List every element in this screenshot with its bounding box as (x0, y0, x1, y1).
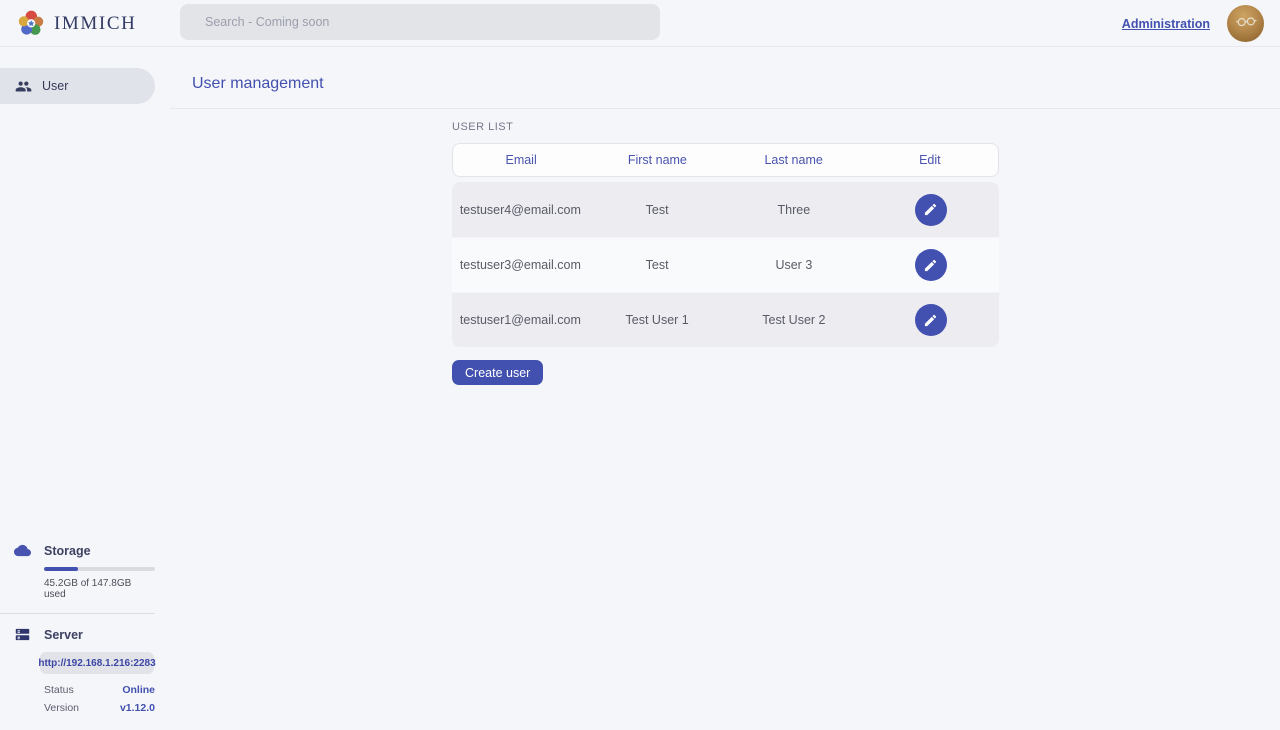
users-icon (15, 78, 32, 95)
cell-email: testuser4@email.com (452, 203, 589, 217)
sidebar-item-user[interactable]: User (0, 68, 155, 104)
column-header-first-name: First name (589, 153, 725, 167)
server-icon (14, 626, 31, 643)
edit-user-button[interactable] (915, 304, 947, 336)
cell-email: testuser3@email.com (452, 258, 589, 272)
cell-edit (862, 194, 999, 226)
user-list-section: USER LIST Email First name Last name Edi… (452, 121, 999, 385)
cell-last-name: User 3 (726, 258, 863, 272)
server-status-row: Status Online (44, 684, 155, 696)
cell-last-name: Three (726, 203, 863, 217)
storage-usage-text: 45.2GB of 147.8GB used (44, 578, 155, 600)
navbar-right: Administration (1122, 0, 1264, 47)
brand[interactable]: IMMICH (18, 8, 136, 39)
sidebar-divider (0, 613, 155, 614)
server-title: Server (44, 628, 83, 642)
search-bar (180, 4, 660, 40)
page-title: User management (192, 75, 1280, 93)
column-header-email: Email (453, 153, 589, 167)
storage-section-header: Storage (14, 542, 155, 559)
immich-logo-icon (18, 10, 45, 37)
pencil-icon (923, 202, 938, 217)
edit-user-button[interactable] (915, 194, 947, 226)
server-url-badge: http://192.168.1.216:2283 (40, 652, 154, 674)
table-row: testuser1@email.com Test User 1 Test Use… (452, 292, 999, 347)
server-status-label: Status (44, 684, 74, 696)
create-user-button[interactable]: Create user (452, 360, 543, 385)
storage-progress-bar (44, 567, 155, 571)
storage-title: Storage (44, 544, 91, 558)
user-table-header: Email First name Last name Edit (452, 143, 999, 177)
cloud-icon (14, 542, 31, 559)
search-input[interactable] (180, 4, 660, 40)
user-list-label: USER LIST (452, 121, 999, 133)
user-avatar[interactable] (1227, 5, 1264, 42)
cell-first-name: Test (589, 203, 726, 217)
column-header-edit: Edit (862, 153, 998, 167)
pencil-icon (923, 258, 938, 273)
table-row: testuser3@email.com Test User 3 (452, 237, 999, 292)
sidebar-footer: Storage 45.2GB of 147.8GB used Server ht… (0, 542, 170, 730)
storage-progress-fill (44, 567, 78, 571)
server-section-header: Server (14, 626, 155, 643)
server-version-label: Version (44, 702, 79, 714)
top-navbar: IMMICH Administration (0, 0, 1280, 47)
cell-edit (862, 249, 999, 281)
cell-edit (862, 304, 999, 336)
cell-last-name: Test User 2 (726, 313, 863, 327)
user-table-body: testuser4@email.com Test Three testuser3… (452, 182, 999, 347)
main-content: User management USER LIST Email First na… (170, 47, 1280, 730)
sidebar-item-label: User (42, 79, 68, 93)
table-row: testuser4@email.com Test Three (452, 182, 999, 237)
brand-wordmark: IMMICH (54, 13, 136, 35)
column-header-last-name: Last name (726, 153, 862, 167)
administration-link[interactable]: Administration (1122, 17, 1210, 31)
cell-first-name: Test User 1 (589, 313, 726, 327)
edit-user-button[interactable] (915, 249, 947, 281)
cell-email: testuser1@email.com (452, 313, 589, 327)
server-version-value: v1.12.0 (120, 702, 155, 714)
pencil-icon (923, 313, 938, 328)
cell-first-name: Test (589, 258, 726, 272)
glasses-icon (1233, 8, 1259, 34)
sidebar: User Storage 45.2GB of 147.8GB used Serv… (0, 47, 170, 730)
server-status-value: Online (122, 684, 155, 696)
title-divider (170, 108, 1280, 109)
server-version-row: Version v1.12.0 (44, 702, 155, 714)
